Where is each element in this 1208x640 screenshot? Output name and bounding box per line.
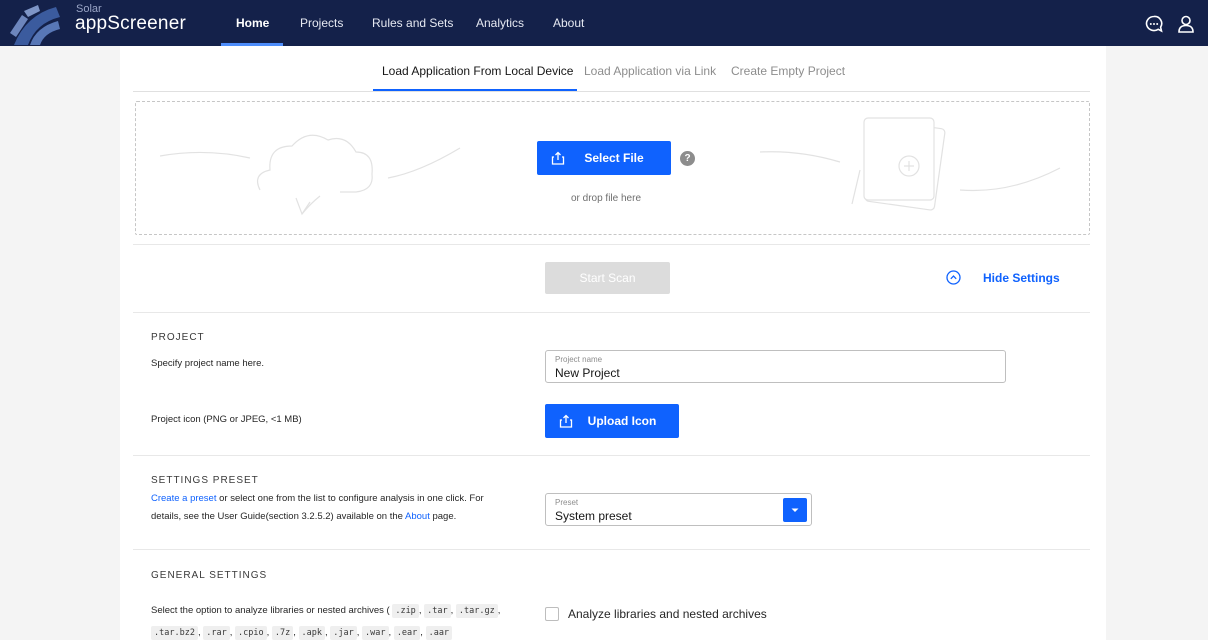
- solar-logo-icon[interactable]: [8, 3, 64, 47]
- extension-badge: .cpio: [235, 626, 267, 640]
- preset-description: Create a preset or select one from the l…: [151, 490, 501, 526]
- extension-badge: .tar.bz2: [151, 626, 198, 640]
- upload-icon-label: Upload Icon: [587, 414, 657, 428]
- extension-badge: .ear: [393, 626, 421, 640]
- top-navigation-bar: Solar appScreener Home Projects Rules an…: [0, 0, 1208, 46]
- select-file-button[interactable]: Select File: [537, 141, 671, 175]
- extension-badge: .jar: [330, 626, 357, 640]
- preset-field-label: Preset: [555, 498, 579, 507]
- project-icon-description: Project icon (PNG or JPEG, <1 MB): [151, 414, 302, 425]
- nav-about[interactable]: About: [553, 0, 584, 46]
- project-name-value[interactable]: New Project: [555, 366, 620, 380]
- chat-icon[interactable]: [1144, 14, 1164, 34]
- extension-badge: .tar.gz: [455, 604, 498, 618]
- divider: [133, 549, 1090, 550]
- upload-icon: [551, 151, 565, 165]
- extension-badge: .rar: [203, 626, 230, 640]
- extension-badge: .war: [362, 626, 389, 640]
- extension-badge: .tar: [424, 604, 451, 618]
- chevron-down-icon: [791, 508, 799, 512]
- preset-select[interactable]: Preset System preset: [545, 493, 812, 526]
- extension-badge: .zip: [392, 604, 419, 618]
- project-name-field-label: Project name: [555, 355, 603, 364]
- document-add-illustration-icon: [760, 117, 1061, 211]
- upload-icon-button[interactable]: Upload Icon: [545, 404, 679, 438]
- divider: [133, 455, 1090, 456]
- nav-home[interactable]: Home: [236, 0, 269, 46]
- tab-load-via-link[interactable]: Load Application via Link: [584, 64, 716, 78]
- help-icon[interactable]: ?: [680, 151, 695, 166]
- preset-dropdown-button[interactable]: [783, 498, 807, 522]
- analyze-libraries-checkbox[interactable]: [545, 607, 559, 621]
- create-preset-link[interactable]: Create a preset: [151, 493, 216, 504]
- chevron-up-circle-icon: [946, 270, 961, 285]
- hide-settings-label: Hide Settings: [983, 270, 1060, 285]
- nav-analytics[interactable]: Analytics: [476, 0, 524, 46]
- start-scan-button[interactable]: Start Scan: [545, 262, 670, 294]
- extension-badge: .apk: [298, 626, 325, 640]
- cloud-upload-illustration-icon: [160, 134, 461, 216]
- preset-description-end: page.: [429, 511, 457, 522]
- brand-name[interactable]: appScreener: [75, 13, 186, 35]
- tab-create-empty-project[interactable]: Create Empty Project: [731, 64, 845, 78]
- upload-icon: [559, 414, 573, 428]
- preset-value: System preset: [555, 509, 632, 523]
- extension-badge: .aar: [425, 626, 453, 640]
- user-icon[interactable]: [1176, 14, 1196, 34]
- project-section-title: PROJECT: [151, 332, 205, 343]
- drop-hint: or drop file here: [570, 193, 642, 204]
- analyze-libraries-label[interactable]: Analyze libraries and nested archives: [568, 607, 767, 621]
- general-description: Select the option to analyze libraries o…: [151, 604, 501, 640]
- divider: [133, 244, 1090, 245]
- general-description-text: Select the option to analyze libraries o…: [151, 605, 390, 616]
- select-file-label: Select File: [584, 151, 644, 165]
- project-name-description: Specify project name here.: [151, 358, 265, 369]
- tab-load-local[interactable]: Load Application From Local Device: [382, 64, 573, 78]
- about-link[interactable]: About: [405, 511, 430, 522]
- extension-badge: .7z: [271, 626, 294, 640]
- divider: [133, 312, 1090, 313]
- general-section-title: GENERAL SETTINGS: [151, 570, 268, 581]
- project-name-field[interactable]: Project name New Project: [545, 350, 1006, 383]
- tabs-divider: [133, 91, 1090, 92]
- preset-section-title: SETTINGS PRESET: [151, 475, 259, 486]
- hide-settings-toggle[interactable]: Hide Settings: [946, 270, 1060, 285]
- nav-rules-and-sets[interactable]: Rules and Sets: [372, 0, 453, 46]
- nav-projects[interactable]: Projects: [300, 0, 343, 46]
